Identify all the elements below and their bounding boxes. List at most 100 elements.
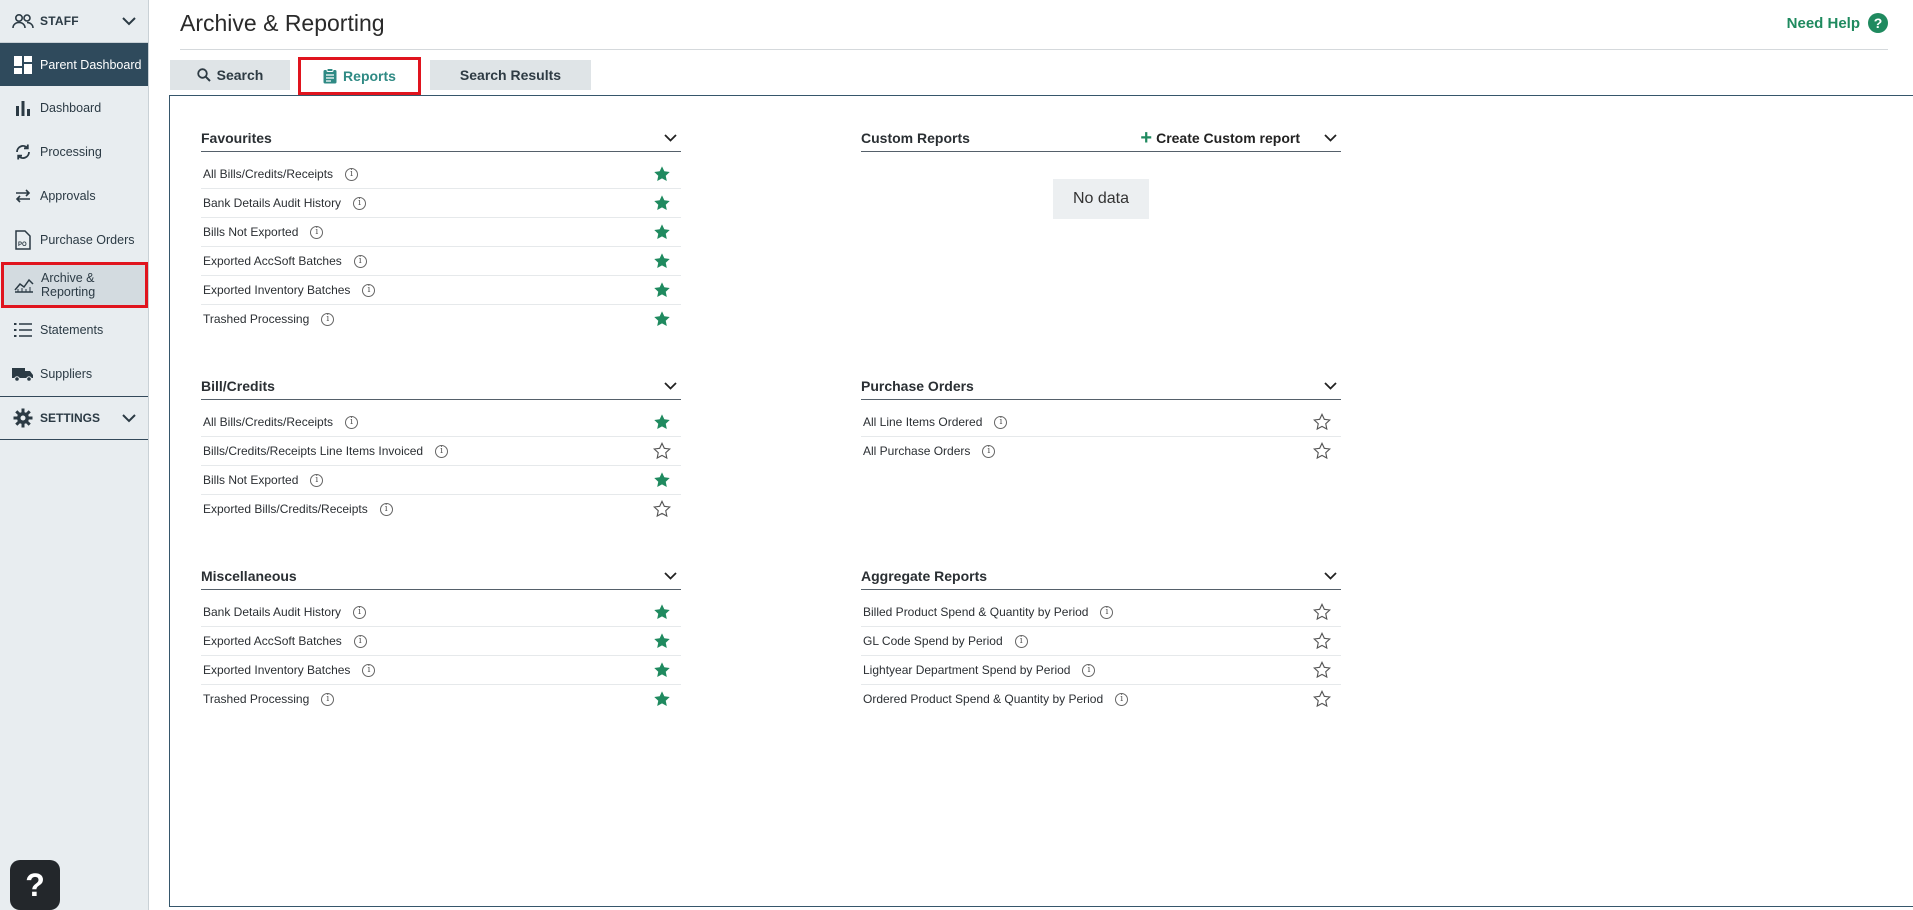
info-icon[interactable]: i [1100,605,1114,619]
chevron-down-icon[interactable] [1324,572,1337,580]
sidebar-item-processing[interactable]: Processing [0,130,148,174]
report-row[interactable]: All Purchase Orders i [861,437,1341,465]
star-filled-icon[interactable] [653,281,671,299]
report-link[interactable]: All Bills/Credits/Receipts [203,167,333,181]
report-link[interactable]: Trashed Processing [203,312,309,326]
star-filled-icon[interactable] [653,223,671,241]
report-link[interactable]: Billed Product Spend & Quantity by Perio… [863,605,1088,619]
info-icon[interactable]: i [435,444,449,458]
report-link[interactable]: GL Code Spend by Period [863,634,1003,648]
info-icon[interactable]: i [1014,634,1028,648]
star-outline-icon[interactable] [1313,661,1331,679]
report-row[interactable]: Trashed Processing i [201,305,681,333]
info-icon[interactable]: i [362,663,376,677]
report-link[interactable]: Bills/Credits/Receipts Line Items Invoic… [203,444,423,458]
report-row[interactable]: Bank Details Audit History i [201,598,681,627]
chevron-down-icon[interactable] [664,572,677,580]
report-link[interactable]: Bills Not Exported [203,473,298,487]
report-link[interactable]: Exported Bills/Credits/Receipts [203,502,368,516]
info-icon[interactable]: i [362,283,376,297]
report-row[interactable]: Trashed Processing i [201,685,681,713]
info-icon[interactable]: i [321,692,335,706]
info-icon[interactable]: i [345,167,359,181]
report-row[interactable]: Exported Bills/Credits/Receipts i [201,495,681,523]
report-link[interactable]: Exported AccSoft Batches [203,254,342,268]
info-icon[interactable]: i [353,196,367,210]
report-row[interactable]: Bills Not Exported i [201,466,681,495]
report-row[interactable]: Exported Inventory Batches i [201,276,681,305]
star-filled-icon[interactable] [653,413,671,431]
star-outline-icon[interactable] [653,442,671,460]
star-filled-icon[interactable] [653,165,671,183]
report-row[interactable]: Exported AccSoft Batches i [201,627,681,656]
star-outline-icon[interactable] [653,500,671,518]
report-row[interactable]: GL Code Spend by Period i [861,627,1341,656]
report-row[interactable]: Exported Inventory Batches i [201,656,681,685]
report-row[interactable]: All Bills/Credits/Receipts i [201,160,681,189]
star-filled-icon[interactable] [653,252,671,270]
staff-menu-toggle[interactable]: STAFF [0,0,148,43]
settings-menu-toggle[interactable]: SETTINGS [0,396,148,440]
section-header[interactable]: Favourites [201,125,681,152]
sidebar-item-approvals[interactable]: Approvals [0,174,148,218]
info-icon[interactable]: i [982,444,996,458]
report-row[interactable]: Bills Not Exported i [201,218,681,247]
section-header[interactable]: Aggregate Reports [861,563,1341,590]
report-link[interactable]: Lightyear Department Spend by Period [863,663,1070,677]
section-header[interactable]: Purchase Orders [861,373,1341,400]
info-icon[interactable]: i [345,415,359,429]
help-chat-button[interactable]: ? [10,860,60,910]
report-link[interactable]: Exported Inventory Batches [203,283,350,297]
report-link[interactable]: Bank Details Audit History [203,196,341,210]
tab-reports[interactable]: Reports [298,57,421,95]
report-link[interactable]: All Bills/Credits/Receipts [203,415,333,429]
info-icon[interactable]: i [310,225,324,239]
star-outline-icon[interactable] [1313,632,1331,650]
star-filled-icon[interactable] [653,603,671,621]
report-link[interactable]: Trashed Processing [203,692,309,706]
report-link[interactable]: Ordered Product Spend & Quantity by Peri… [863,692,1103,706]
report-link[interactable]: Exported AccSoft Batches [203,634,342,648]
star-filled-icon[interactable] [653,690,671,708]
sidebar-item-suppliers[interactable]: Suppliers [0,352,148,396]
info-icon[interactable]: i [1082,663,1096,677]
need-help-link[interactable]: Need Help ? [1787,13,1888,33]
section-header[interactable]: Bill/Credits [201,373,681,400]
report-row[interactable]: Bills/Credits/Receipts Line Items Invoic… [201,437,681,466]
star-outline-icon[interactable] [1313,413,1331,431]
tab-search[interactable]: Search [170,60,290,90]
chevron-down-icon[interactable] [1324,382,1337,390]
create-custom-report-button[interactable]: + Create Custom report [1140,128,1300,148]
star-filled-icon[interactable] [653,632,671,650]
section-header[interactable]: Miscellaneous [201,563,681,590]
chevron-down-icon[interactable] [664,382,677,390]
star-outline-icon[interactable] [1313,442,1331,460]
report-row[interactable]: Ordered Product Spend & Quantity by Peri… [861,685,1341,713]
info-icon[interactable]: i [1115,692,1129,706]
report-link[interactable]: All Purchase Orders [863,444,970,458]
info-icon[interactable]: i [321,312,335,326]
tab-search-results[interactable]: Search Results [430,60,591,90]
info-icon[interactable]: i [353,634,367,648]
star-filled-icon[interactable] [653,471,671,489]
chevron-down-icon[interactable] [664,134,677,142]
report-row[interactable]: All Line Items Ordered i [861,408,1341,437]
report-row[interactable]: Exported AccSoft Batches i [201,247,681,276]
report-row[interactable]: Bank Details Audit History i [201,189,681,218]
star-filled-icon[interactable] [653,661,671,679]
report-link[interactable]: Exported Inventory Batches [203,663,350,677]
info-icon[interactable]: i [353,605,367,619]
star-outline-icon[interactable] [1313,690,1331,708]
sidebar-item-archive-reporting[interactable]: Archive & Reporting [1,262,148,308]
star-filled-icon[interactable] [653,310,671,328]
chevron-down-icon[interactable] [1324,134,1337,142]
sidebar-item-statements[interactable]: Statements [0,308,148,352]
star-outline-icon[interactable] [1313,603,1331,621]
sidebar-item-parent-dashboard[interactable]: Parent Dashboard [0,43,148,86]
info-icon[interactable]: i [379,502,393,516]
sidebar-item-dashboard[interactable]: Dashboard [0,86,148,130]
report-row[interactable]: Lightyear Department Spend by Period i [861,656,1341,685]
info-icon[interactable]: i [353,254,367,268]
report-row[interactable]: Billed Product Spend & Quantity by Perio… [861,598,1341,627]
report-link[interactable]: All Line Items Ordered [863,415,982,429]
